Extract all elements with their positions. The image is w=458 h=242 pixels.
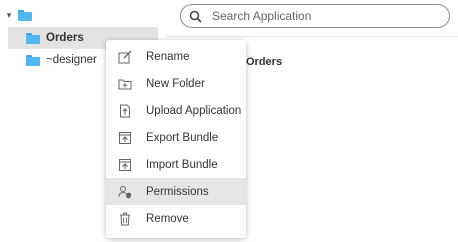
folder-icon	[26, 54, 40, 66]
menu-item-label: Export Bundle	[146, 131, 219, 144]
menu-item-label: Import Bundle	[146, 158, 218, 171]
new-folder-icon	[118, 77, 132, 91]
tree-item-label: Orders	[46, 32, 84, 44]
import-icon	[118, 158, 132, 172]
menu-item-new-folder[interactable]: New Folder	[106, 70, 246, 97]
rename-icon	[118, 50, 132, 64]
menu-item-label: Permissions	[146, 185, 209, 198]
export-icon	[118, 131, 132, 145]
upload-icon	[118, 104, 132, 118]
menu-item-export-bundle[interactable]: Export Bundle	[106, 124, 246, 151]
menu-item-label: New Folder	[146, 77, 205, 90]
tree-item-label: ~designer	[46, 54, 97, 66]
permissions-icon	[118, 185, 132, 199]
header-divider	[166, 36, 458, 37]
folder-icon	[26, 32, 40, 44]
expand-caret-icon[interactable]: ▾	[2, 8, 16, 22]
trash-icon	[118, 212, 132, 226]
menu-item-upload-application[interactable]: Upload Application	[106, 97, 246, 124]
root-folder-icon	[18, 9, 32, 21]
search-icon	[189, 10, 202, 23]
menu-item-label: Rename	[146, 50, 190, 63]
content-title: Orders	[246, 56, 283, 68]
menu-item-permissions[interactable]: Permissions	[106, 178, 246, 205]
search-box[interactable]	[180, 4, 450, 28]
menu-item-rename[interactable]: Rename	[106, 43, 246, 70]
context-menu: Rename New Folder Upload Application Exp…	[106, 40, 246, 238]
menu-item-label: Remove	[146, 212, 189, 225]
menu-item-import-bundle[interactable]: Import Bundle	[106, 151, 246, 178]
search-input[interactable]	[210, 8, 434, 24]
tree-root[interactable]: ▾	[2, 6, 32, 24]
menu-item-label: Upload Application	[146, 104, 242, 117]
menu-item-remove[interactable]: Remove	[106, 205, 246, 232]
